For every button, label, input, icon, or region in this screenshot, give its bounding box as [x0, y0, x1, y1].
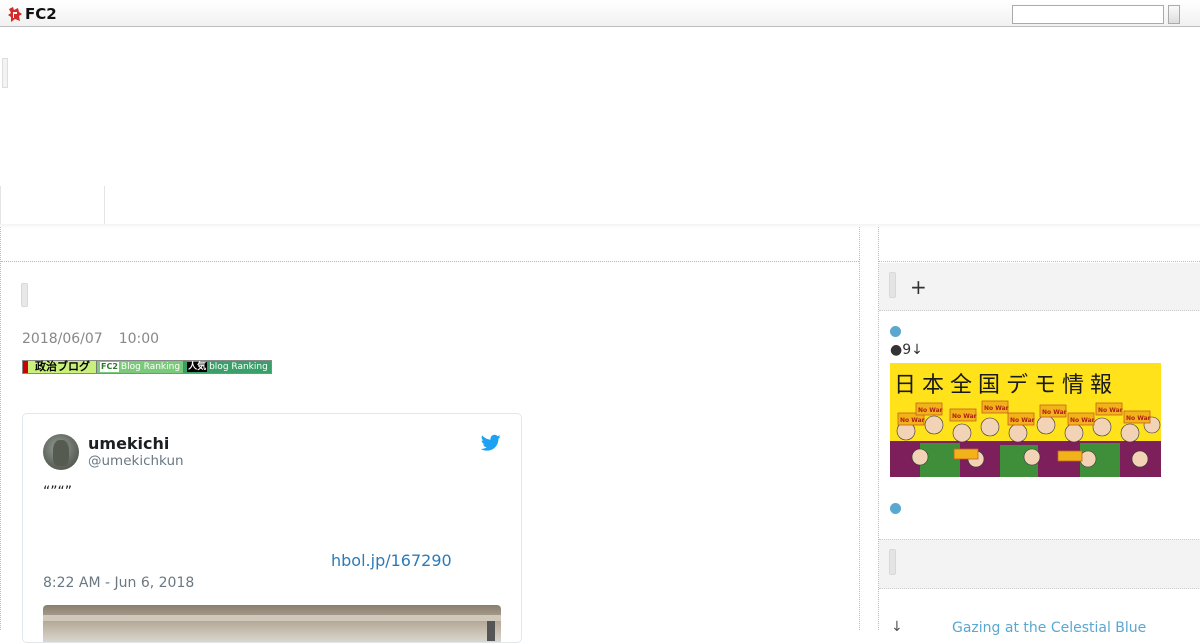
- demo-crowd-illustration: No War No War No War No War No War No Wa…: [890, 400, 1161, 477]
- sidebar-note: ●9↓: [890, 342, 923, 358]
- no-war-sign: No War: [952, 413, 977, 420]
- header-mark: [2, 58, 8, 88]
- bullet-dot-icon: [890, 503, 901, 514]
- sidebar-link[interactable]: Gazing at the Celestial Blue: [952, 620, 1146, 636]
- post-title-mark: [21, 283, 28, 307]
- tweet-text: “”“”: [43, 484, 73, 500]
- fc2-badge: FC2: [100, 362, 119, 372]
- no-war-sign: No War: [1010, 417, 1035, 424]
- embedded-tweet[interactable]: umekichi @umekichkun “”“” hbol.jp/167290…: [22, 413, 522, 643]
- post-time-text: 10:00: [118, 331, 160, 347]
- twitter-bird-icon[interactable]: [481, 434, 501, 452]
- avatar[interactable]: [43, 434, 79, 470]
- sidebar-header-mark: [889, 272, 896, 298]
- post-date-text: 2018/06/07: [22, 331, 103, 347]
- ninki-ranking-text: blog Ranking: [209, 362, 268, 372]
- no-war-sign: No War: [1070, 417, 1095, 424]
- sidebar-section-header-2: [879, 539, 1200, 589]
- blog-header: [0, 28, 1200, 228]
- tweet-author-name[interactable]: umekichi: [88, 434, 169, 453]
- seiji-blog-label: 政治ブログ: [23, 361, 96, 373]
- blog-ranking-banner[interactable]: 政治ブログ FC2 Blog Ranking 人気 blog Ranking: [22, 360, 272, 374]
- no-war-sign: No War: [918, 407, 943, 414]
- header-nav: [0, 186, 1200, 226]
- ninki-badge: 人気: [187, 362, 208, 372]
- bullet-dot-icon: [890, 326, 901, 337]
- main-top-strip: [1, 227, 859, 262]
- tweet-author-handle[interactable]: @umekichkun: [88, 453, 184, 469]
- logo-text: FC2: [25, 5, 57, 23]
- header-nav-tab[interactable]: [0, 186, 105, 224]
- no-war-sign: No War: [1126, 415, 1151, 422]
- search-button[interactable]: [1168, 5, 1180, 24]
- search-input[interactable]: [1012, 5, 1164, 24]
- no-war-sign: No War: [984, 405, 1009, 412]
- fc2-ranking-label: FC2 Blog Ranking: [96, 361, 184, 373]
- tweet-timestamp[interactable]: 8:22 AM - Jun 6, 2018: [43, 575, 194, 591]
- link-bullet: ↓: [891, 619, 903, 635]
- demo-info-banner[interactable]: 日本全国デモ情報 No War No War No War No War No …: [890, 363, 1161, 477]
- no-war-sign: No War: [1042, 409, 1067, 416]
- plus-icon[interactable]: +: [910, 275, 927, 299]
- ninki-ranking-label: 人気 blog Ranking: [183, 361, 271, 373]
- sidebar-top-strip: [879, 227, 1200, 262]
- no-war-sign: No War: [900, 417, 925, 424]
- tweet-photo[interactable]: [43, 605, 501, 642]
- fc2-top-bar: FC2: [0, 0, 1200, 27]
- main-column: 2018/06/07 10:00 政治ブログ FC2 Blog Ranking 人…: [0, 227, 860, 643]
- post-date: 2018/06/07 10:00: [22, 331, 159, 347]
- tweet-link[interactable]: hbol.jp/167290: [331, 551, 452, 570]
- sidebar-section-header: +: [879, 263, 1200, 311]
- no-war-sign: No War: [1098, 407, 1123, 414]
- fc2-logo-icon: [8, 6, 22, 22]
- fc2-logo[interactable]: FC2: [7, 5, 57, 23]
- sidebar-header-mark: [889, 549, 896, 575]
- sidebar: + ●9↓ 日本全国デモ情報 No War No War No War No W…: [878, 227, 1200, 636]
- fc2-ranking-text: Blog Ranking: [120, 362, 181, 372]
